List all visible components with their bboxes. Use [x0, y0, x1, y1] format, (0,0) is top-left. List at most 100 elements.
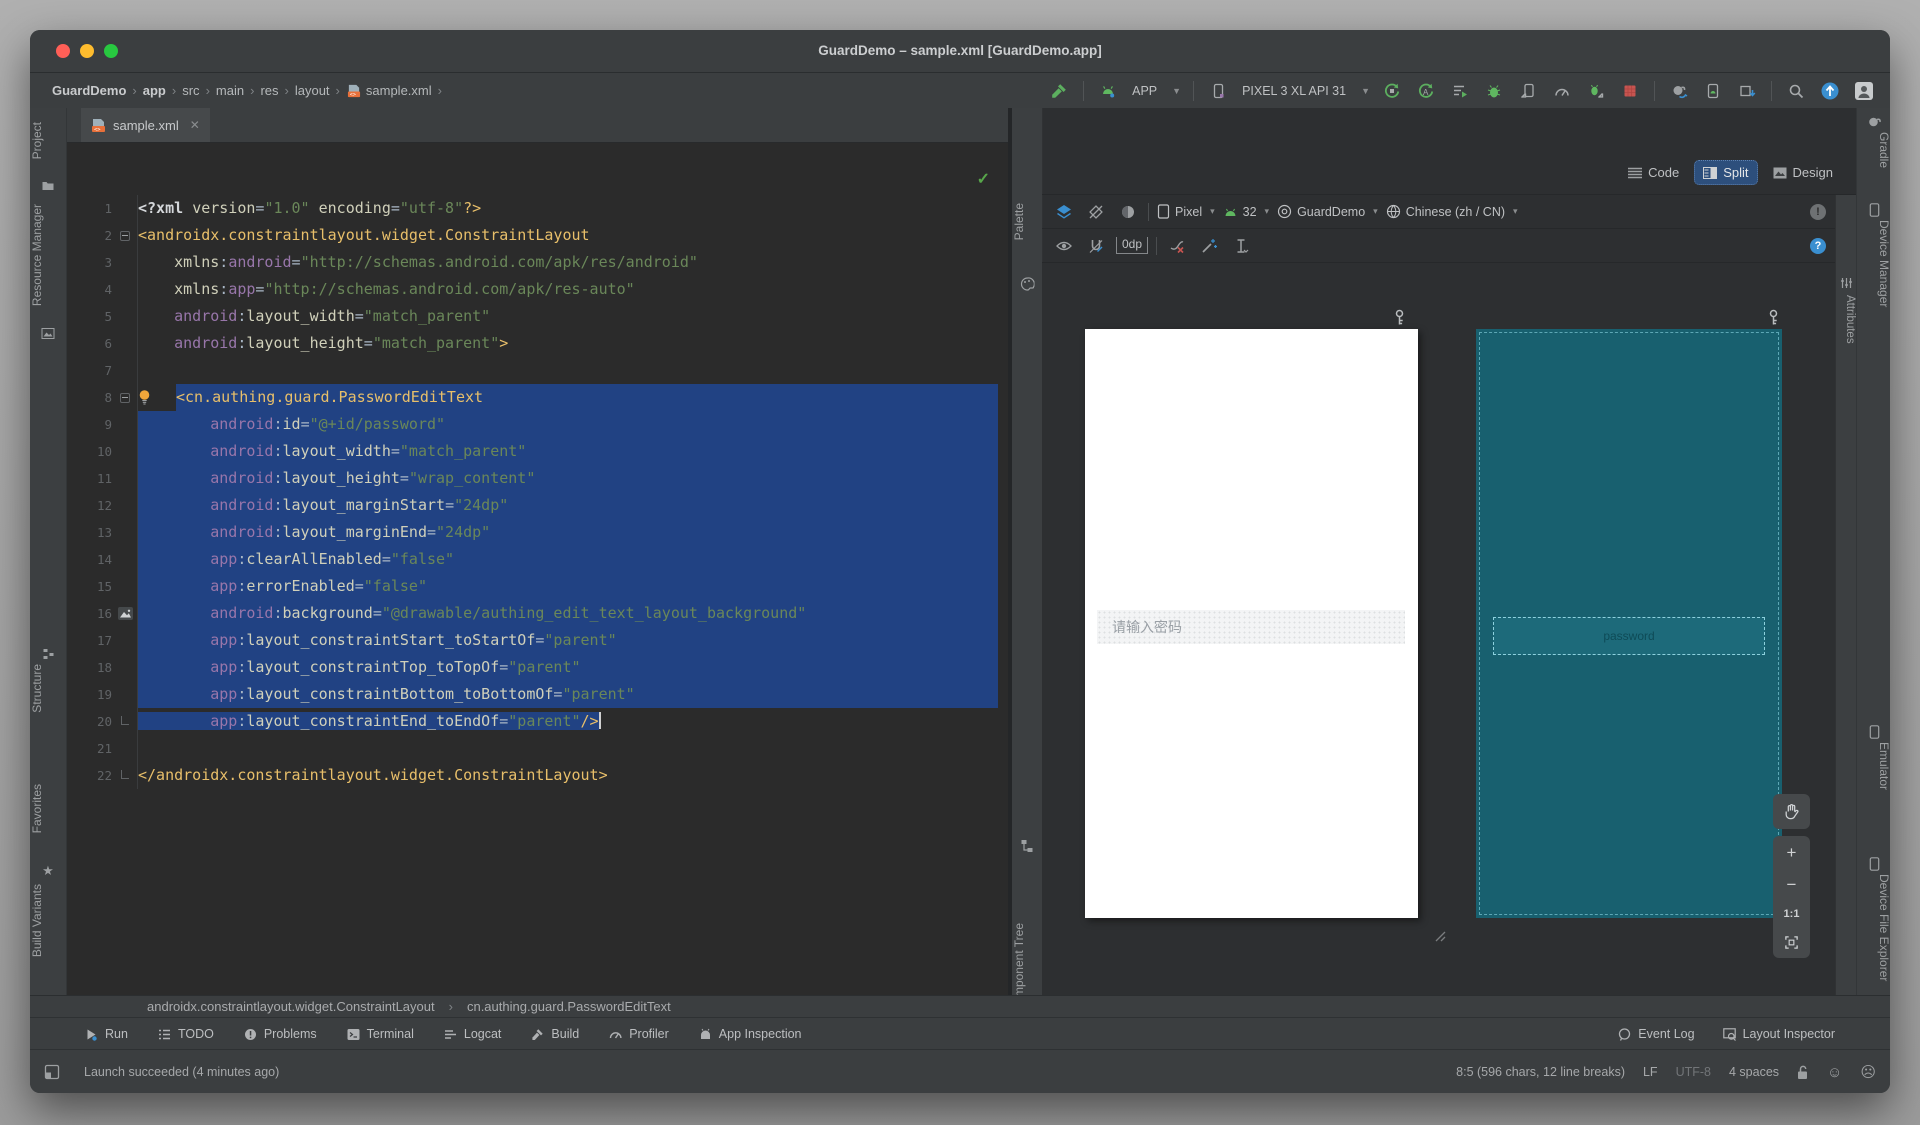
- resource-manager-icon[interactable]: [41, 326, 56, 341]
- favorites-icon[interactable]: ★: [41, 863, 56, 878]
- device-manager-icon[interactable]: [1867, 202, 1882, 217]
- line-number[interactable]: 12: [67, 492, 116, 519]
- breadcrumb-item[interactable]: sample.xml: [366, 83, 432, 98]
- tool-window-structure[interactable]: Structure: [30, 664, 66, 713]
- tool-window-button-layout-inspector[interactable]: Layout Inspector: [1722, 1027, 1835, 1041]
- structure-icon[interactable]: [41, 646, 56, 661]
- code-line[interactable]: 14 app:clearAllEnabled="false": [67, 546, 1008, 573]
- gutter[interactable]: [116, 546, 138, 573]
- view-options-icon[interactable]: [1052, 234, 1076, 258]
- line-number[interactable]: 15: [67, 573, 116, 600]
- help-badge[interactable]: ?: [1810, 237, 1826, 254]
- fold-marker-icon[interactable]: [120, 231, 130, 241]
- code-line[interactable]: 1 <?xml version="1.0" encoding="utf-8"?>: [67, 195, 1008, 222]
- zoom-out-button[interactable]: −: [1787, 876, 1797, 893]
- gutter[interactable]: [116, 222, 138, 249]
- happy-feedback-icon[interactable]: ☺: [1827, 1064, 1842, 1081]
- device-file-explorer-icon[interactable]: [1867, 856, 1882, 871]
- line-number[interactable]: 14: [67, 546, 116, 573]
- infer-constraints-icon[interactable]: [1197, 234, 1221, 258]
- gutter[interactable]: [116, 762, 138, 789]
- close-icon[interactable]: ✕: [190, 118, 200, 132]
- updates-icon[interactable]: [1818, 79, 1842, 103]
- tool-window-button-event-log[interactable]: Event Log: [1618, 1027, 1695, 1041]
- code-line[interactable]: 21: [67, 735, 1008, 762]
- tool-window-favorites[interactable]: Favorites: [30, 784, 66, 833]
- code-line[interactable]: 19 app:layout_constraintBottom_toBottomO…: [67, 681, 1008, 708]
- issue-panel-badge[interactable]: !: [1810, 203, 1826, 220]
- tool-window-device-file-explorer[interactable]: Device File Explorer: [1857, 874, 1890, 981]
- guideline-icon[interactable]: [1229, 234, 1253, 258]
- gutter[interactable]: [116, 600, 138, 627]
- component-tree-icon[interactable]: [1020, 838, 1035, 853]
- line-number[interactable]: 1: [67, 195, 116, 222]
- zoom-to-fit-icon[interactable]: [1784, 935, 1799, 950]
- gutter[interactable]: [116, 465, 138, 492]
- run-tasks-icon[interactable]: [1448, 79, 1472, 103]
- line-number[interactable]: 8: [67, 384, 116, 411]
- line-ending[interactable]: LF: [1643, 1065, 1658, 1079]
- tool-window-project[interactable]: Project: [30, 122, 66, 159]
- preview-device-selector[interactable]: Pixel ▾: [1157, 204, 1215, 219]
- palette-icon[interactable]: [1020, 276, 1035, 291]
- mode-code-button[interactable]: Code: [1619, 160, 1688, 185]
- gutter[interactable]: [116, 276, 138, 303]
- code-line[interactable]: 17 app:layout_constraintStart_toStartOf=…: [67, 627, 1008, 654]
- autoconnect-off-icon[interactable]: [1084, 234, 1108, 258]
- preview-locale-selector[interactable]: Chinese (zh / CN) ▾: [1386, 204, 1518, 219]
- apply-code-changes-icon[interactable]: A: [1414, 79, 1438, 103]
- line-number[interactable]: 20: [67, 708, 116, 735]
- tool-window-button-problems[interactable]: Problems: [244, 1027, 317, 1041]
- blueprint-preview-canvas[interactable]: password: [1476, 329, 1782, 918]
- tool-window-gradle[interactable]: Gradle: [1857, 132, 1890, 168]
- line-number[interactable]: 7: [67, 357, 116, 384]
- code-line[interactable]: 12 android:layout_marginStart="24dp": [67, 492, 1008, 519]
- device-selector[interactable]: PIXEL 3 XL API 31: [1242, 84, 1346, 98]
- gutter[interactable]: [116, 438, 138, 465]
- sdk-manager-icon[interactable]: [1735, 79, 1759, 103]
- tool-window-button-app-inspection[interactable]: App Inspection: [699, 1027, 802, 1041]
- line-number[interactable]: 11: [67, 465, 116, 492]
- gutter[interactable]: [116, 357, 138, 384]
- line-number[interactable]: 16: [67, 600, 116, 627]
- debug-icon[interactable]: [1482, 79, 1506, 103]
- gutter[interactable]: [116, 708, 138, 735]
- fold-end-icon[interactable]: [121, 716, 129, 725]
- tool-window-button-build[interactable]: Build: [531, 1027, 579, 1041]
- default-margins-selector[interactable]: 0dp: [1116, 237, 1149, 254]
- status-message[interactable]: Launch succeeded (4 minutes ago): [84, 1065, 279, 1079]
- breadcrumb-passwordedittext[interactable]: cn.authing.guard.PasswordEditText: [467, 999, 671, 1014]
- breadcrumb-item[interactable]: res: [260, 83, 278, 98]
- device-manager-icon[interactable]: [1701, 79, 1725, 103]
- code-line[interactable]: 13 android:layout_marginEnd="24dp": [67, 519, 1008, 546]
- clear-constraints-icon[interactable]: [1165, 234, 1189, 258]
- line-number[interactable]: 17: [67, 627, 116, 654]
- tool-window-resource-manager[interactable]: Resource Manager: [30, 204, 66, 306]
- gradle-sync-icon[interactable]: [1667, 79, 1691, 103]
- indent-setting[interactable]: 4 spaces: [1729, 1065, 1779, 1079]
- code-line[interactable]: 9 android:id="@+id/password": [67, 411, 1008, 438]
- orientation-icon[interactable]: [1084, 200, 1108, 224]
- gutter[interactable]: [116, 681, 138, 708]
- code-line[interactable]: 6 android:layout_height="match_parent">: [67, 330, 1008, 357]
- line-number[interactable]: 13: [67, 519, 116, 546]
- line-number[interactable]: 5: [67, 303, 116, 330]
- gutter[interactable]: [116, 735, 138, 762]
- run-config-dropdown-icon[interactable]: ▼: [1172, 86, 1181, 96]
- line-number[interactable]: 2: [67, 222, 116, 249]
- code-editor[interactable]: ✓ 1 <?xml version="1.0" encoding="utf-8"?…: [67, 143, 1008, 995]
- gutter[interactable]: [116, 195, 138, 222]
- gutter[interactable]: [116, 249, 138, 276]
- file-encoding[interactable]: UTF-8: [1676, 1065, 1711, 1079]
- intention-bulb-icon[interactable]: [138, 384, 176, 411]
- design-surface-icon[interactable]: [1052, 200, 1076, 224]
- code-line[interactable]: 16 android:background="@drawable/authing…: [67, 600, 1008, 627]
- code-line[interactable]: 22 </androidx.constraintlayout.widget.Con…: [67, 762, 1008, 789]
- inspection-ok-icon[interactable]: ✓: [977, 169, 990, 189]
- emulator-icon[interactable]: [1867, 724, 1882, 739]
- tool-window-button-profiler[interactable]: Profiler: [609, 1027, 669, 1041]
- code-line[interactable]: 11 android:layout_height="wrap_content": [67, 465, 1008, 492]
- fold-marker-icon[interactable]: [120, 393, 130, 403]
- tool-window-button-terminal[interactable]: Terminal: [347, 1027, 414, 1041]
- stop-icon[interactable]: [1618, 79, 1642, 103]
